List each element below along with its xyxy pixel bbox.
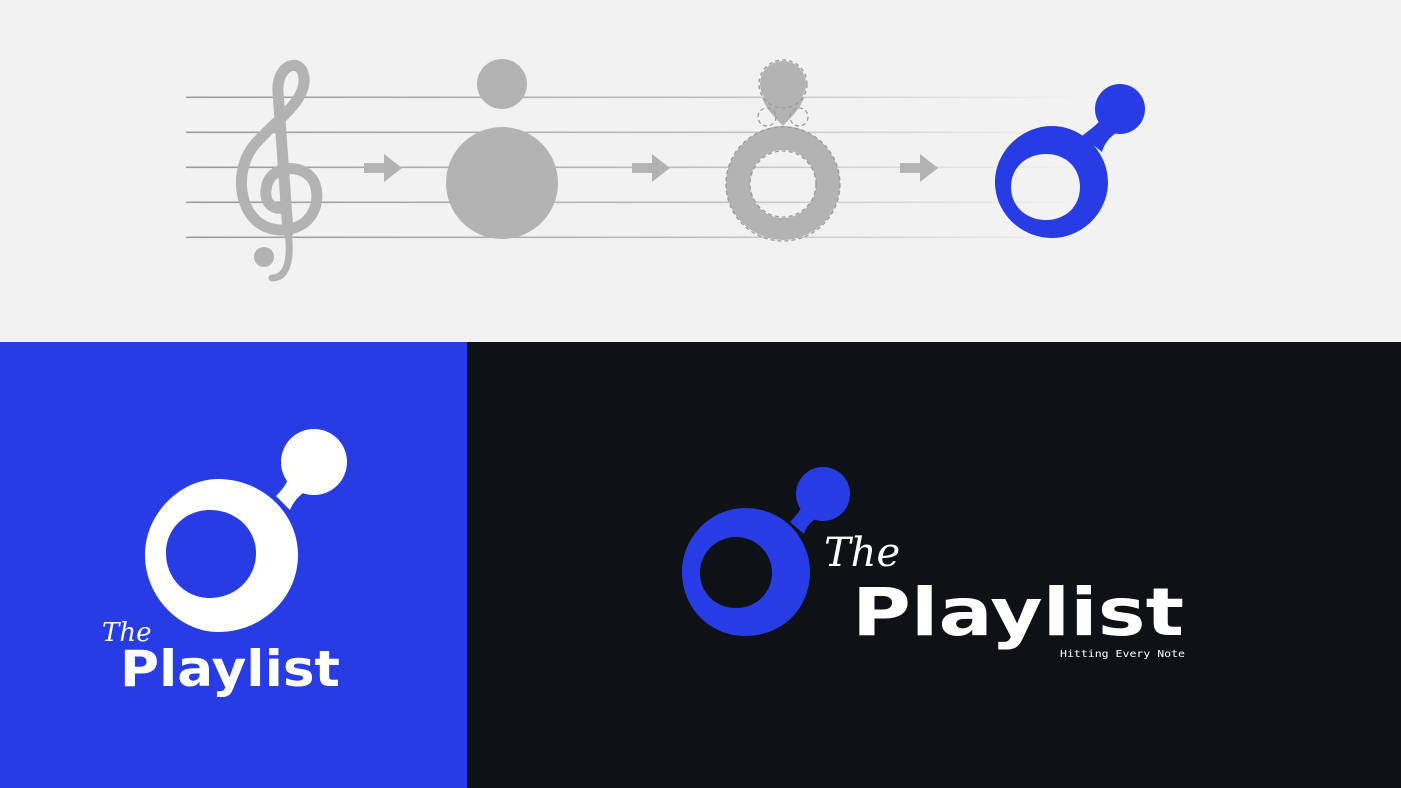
playlist-logo-mark-icon [995, 84, 1145, 238]
logo-on-blue: The Playlist [102, 429, 347, 698]
arrow-right-icon [632, 154, 670, 182]
playlist-logo-mark-icon [145, 429, 347, 632]
logo-on-blue-panel: The Playlist [0, 342, 467, 788]
brand-name: Playlist [852, 574, 1184, 651]
note-head-icon [446, 59, 558, 239]
arrow-right-icon [900, 154, 938, 182]
logo-concept-panel [0, 0, 1401, 342]
brand-prefix: The [824, 530, 900, 576]
arrow-right-icon [364, 154, 402, 182]
brand-tagline: Hitting Every Note [1060, 649, 1185, 660]
concept-illustration [186, 59, 1145, 282]
note-ring-construction-icon [725, 59, 841, 242]
brand-name: Playlist [120, 640, 340, 698]
logo-on-dark-panel: The Playlist Hitting Every Note [467, 342, 1401, 788]
logo-on-dark: The Playlist Hitting Every Note [682, 467, 1185, 660]
